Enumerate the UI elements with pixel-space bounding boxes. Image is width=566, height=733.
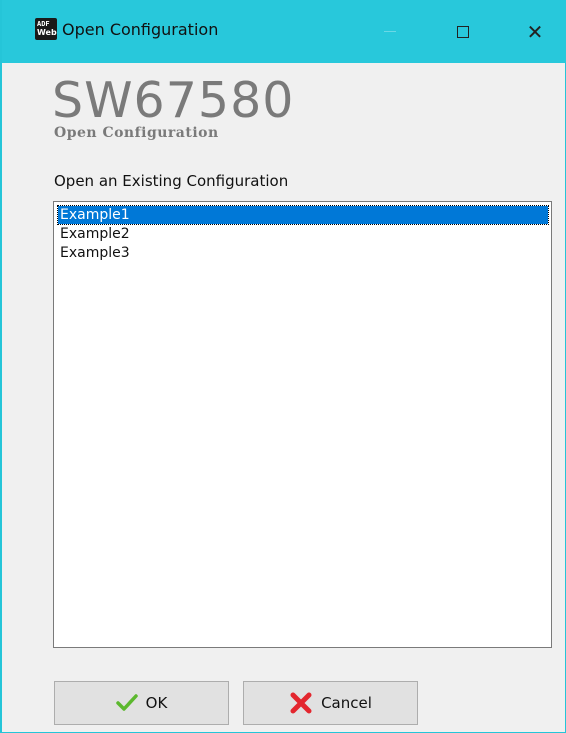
adfweb-icon: ADF Web <box>35 18 57 40</box>
app-icon-top-text: ADF <box>37 20 50 28</box>
close-icon: ✕ <box>526 19 544 44</box>
cancel-button-label: Cancel <box>321 694 372 712</box>
cancel-button[interactable]: Cancel <box>243 681 418 725</box>
checkmark-icon <box>115 694 138 711</box>
minimize-button[interactable] <box>367 0 413 63</box>
minimize-icon <box>384 31 396 32</box>
ok-button-label: OK <box>145 694 168 712</box>
app-icon-bottom-text: Web <box>37 28 57 37</box>
ok-button[interactable]: OK <box>54 681 229 725</box>
close-button[interactable]: ✕ <box>512 0 558 63</box>
page-subtitle: Open Configuration <box>54 125 219 141</box>
maximize-button[interactable] <box>440 0 486 63</box>
window-title: Open Configuration <box>62 20 219 39</box>
list-item-example1[interactable]: Example1 <box>57 205 549 225</box>
configuration-listbox[interactable]: Example1 Example2 Example3 <box>53 201 552 648</box>
open-configuration-window: ADF Web Open Configuration ✕ SW67580 Ope… <box>0 0 566 733</box>
maximize-icon <box>457 25 469 38</box>
list-item-example3[interactable]: Example3 <box>58 244 548 262</box>
section-label: Open an Existing Configuration <box>54 172 289 190</box>
red-x-icon <box>290 692 312 714</box>
list-item-example2[interactable]: Example2 <box>58 225 548 243</box>
product-code: SW67580 <box>52 72 295 129</box>
title-bar[interactable]: ADF Web Open Configuration ✕ <box>2 0 566 63</box>
